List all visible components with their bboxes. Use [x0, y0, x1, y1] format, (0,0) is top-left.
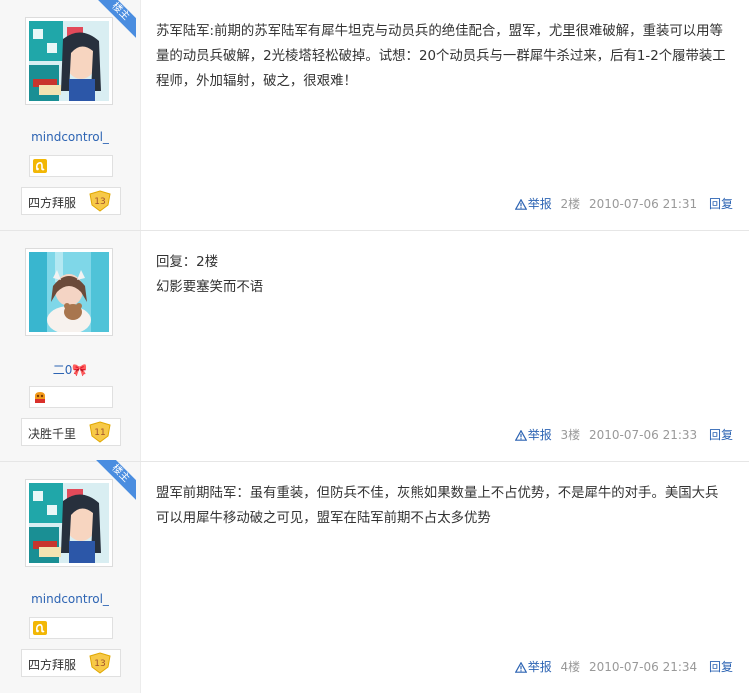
post-time: 2010-07-06 21:31 [589, 197, 698, 211]
post-footer: 举报 4楼 2010-07-06 21:34 回复 [514, 658, 733, 675]
level-name: 四方拜服 [28, 196, 77, 210]
reply-link[interactable]: 回复 [709, 660, 733, 674]
username-link[interactable]: mindcontrol_ [0, 592, 140, 606]
post-paragraph: 回复：2楼 [156, 255, 219, 270]
level-number: 13 [94, 197, 105, 207]
report-link[interactable]: 举报 [514, 660, 552, 674]
post-time: 2010-07-06 21:34 [589, 660, 698, 674]
op-ribbon: 楼主 [96, 460, 136, 500]
boxing-glove-icon [35, 392, 45, 403]
report-link[interactable]: 举报 [514, 197, 552, 211]
op-ribbon: 楼主 [96, 0, 136, 38]
level-number: 13 [94, 659, 105, 669]
warning-icon [514, 662, 527, 673]
leo-zodiac-icon [33, 621, 47, 635]
username-link[interactable]: mindcontrol_ [0, 130, 140, 144]
member-badge[interactable] [29, 617, 113, 639]
member-badge[interactable] [29, 386, 113, 408]
level-number: 11 [94, 428, 105, 438]
level-badge[interactable]: 决胜千里 11 [21, 418, 121, 446]
post-content: 盟军前期陆军：虽有重装，但防兵不佳，灰熊如果数量上不占优势，不是犀牛的对手。美国… [156, 481, 731, 531]
post-content: 回复：2楼 幻影要塞笑而不语 [156, 250, 731, 300]
level-badge[interactable]: 四方拜服 13 [21, 649, 121, 677]
post-floor-4: 楼主 mindcontrol_ 四方拜服 13 盟军前期陆军：虽有重装，但防兵不… [0, 460, 749, 693]
member-badge[interactable] [29, 155, 113, 177]
floor-number: 3楼 [560, 428, 581, 442]
reply-link[interactable]: 回复 [709, 197, 733, 211]
post-floor-3: 二0🎀 决胜千里 11 回复：2楼 幻影要塞笑而不语 举报 3楼 2010-07… [0, 231, 749, 462]
post-footer: 举报 3楼 2010-07-06 21:33 回复 [514, 426, 733, 443]
post-time: 2010-07-06 21:33 [589, 428, 698, 442]
warning-icon [514, 430, 527, 441]
author-sidebar: 二0🎀 决胜千里 11 [0, 231, 141, 461]
level-shield-icon: 13 [89, 652, 111, 674]
avatar[interactable] [25, 248, 113, 336]
reply-link[interactable]: 回复 [709, 428, 733, 442]
level-shield-icon: 13 [89, 190, 111, 212]
post-content: 苏军陆军:前期的苏军陆军有犀牛坦克与动员兵的绝佳配合，盟军，尤里很难破解，重装可… [156, 19, 731, 94]
post-paragraph: 盟军前期陆军：虽有重装，但防兵不佳，灰熊如果数量上不占优势，不是犀牛的对手。美国… [156, 486, 719, 526]
post-footer: 举报 2楼 2010-07-06 21:31 回复 [514, 195, 733, 212]
leo-zodiac-icon [33, 159, 47, 173]
username-link[interactable]: 二0🎀 [0, 361, 140, 378]
level-name: 决胜千里 [28, 427, 77, 441]
level-name: 四方拜服 [28, 658, 77, 672]
floor-number: 2楼 [560, 197, 581, 211]
level-badge[interactable]: 四方拜服 13 [21, 187, 121, 215]
level-shield-icon: 11 [89, 421, 111, 443]
post-paragraph: 苏军陆军:前期的苏军陆军有犀牛坦克与动员兵的绝佳配合，盟军，尤里很难破解，重装可… [156, 24, 726, 89]
floor-number: 4楼 [560, 660, 581, 674]
post-floor-2: 楼主 mindcontrol_ 四方拜服 13 苏军陆军:前期的苏军陆军有犀牛坦… [0, 0, 749, 231]
post-paragraph: 幻影要塞笑而不语 [156, 280, 264, 295]
author-sidebar: 楼主 mindcontrol_ 四方拜服 13 [0, 0, 141, 230]
author-sidebar: 楼主 mindcontrol_ 四方拜服 13 [0, 460, 141, 693]
warning-icon [514, 199, 527, 210]
report-link[interactable]: 举报 [514, 428, 552, 442]
